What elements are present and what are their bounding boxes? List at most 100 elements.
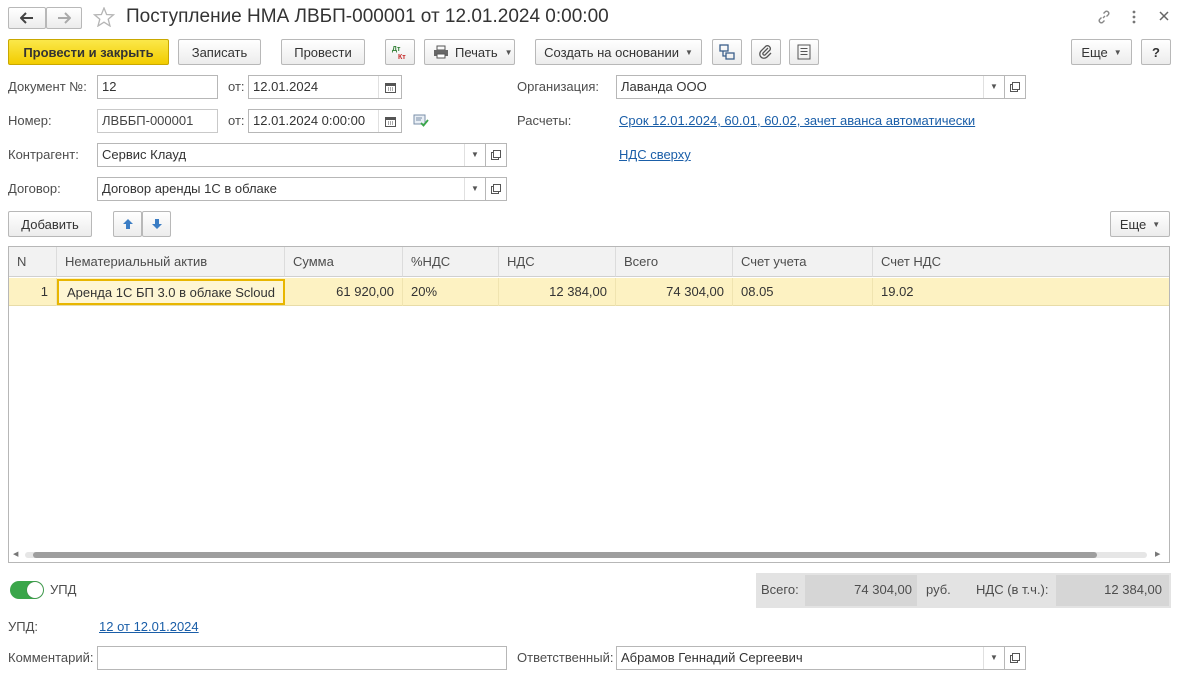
settlements-label: Расчеты: [517,113,572,128]
number-date-from-label: от: [228,113,245,128]
row-asset-cell[interactable]: Аренда 1С БП 3.0 в облаке Scloud [57,279,285,305]
doc-no-input[interactable]: 12 [97,75,218,99]
row-vat-account[interactable]: 19.02 [873,278,1169,306]
open-responsible-button[interactable] [1004,646,1026,670]
chevron-down-icon: ▼ [1113,47,1122,57]
doc-date-from-label: от: [228,79,245,94]
list-icon [797,44,811,60]
move-down-button[interactable] [142,211,171,237]
column-header-vat-account[interactable]: Счет НДС [873,247,1169,277]
doc-no-label: Документ №: [8,79,87,94]
print-label: Печать [455,44,498,60]
document-list-button[interactable] [789,39,819,65]
close-icon[interactable] [1158,10,1170,25]
chevron-down-icon[interactable]: ▼ [464,144,485,166]
column-header-vat-rate[interactable]: %НДС [403,247,499,277]
page-title: Поступление НМА ЛВБП-000001 от 12.01.202… [126,6,609,27]
column-header-account[interactable]: Счет учета [733,247,873,277]
back-button[interactable] [8,7,46,29]
create-based-on-label: Создать на основании [544,44,679,60]
svg-text:Дт: Дт [392,46,401,53]
column-header-vat[interactable]: НДС [499,247,616,277]
calendar-icon[interactable] [378,76,401,98]
arrow-left-icon [20,12,33,24]
row-total[interactable]: 74 304,00 [616,278,733,306]
dt-kt-icon: Дт Кт [392,46,406,61]
row-vat[interactable]: 12 384,00 [499,278,616,306]
document-check-icon[interactable] [413,113,429,130]
doc-date-input[interactable]: 12.01.2024 [248,75,402,99]
printer-icon [434,45,448,59]
vat-total-value: 12 384,00 [1104,582,1162,597]
upd-label: УПД: [8,619,39,634]
contractor-value: Сервис Клауд [102,147,187,162]
open-contract-button[interactable] [485,177,507,201]
more-label: Еще [1081,44,1108,60]
contract-label: Договор: [8,181,61,196]
column-header-sum[interactable]: Сумма [285,247,403,277]
upd-link[interactable]: 12 от 12.01.2024 [99,617,199,637]
calendar-icon[interactable] [378,110,401,132]
total-value: 74 304,00 [854,582,912,597]
scrollbar-thumb[interactable] [33,552,1097,558]
row-vat-rate[interactable]: 20% [403,278,499,306]
print-button[interactable]: Печать ▼ [424,39,515,65]
responsible-select[interactable]: Абрамов Геннадий Сергеевич ▼ [616,646,1005,670]
row-sum[interactable]: 61 920,00 [285,278,403,306]
assets-table[interactable]: N Нематериальный актив Сумма %НДС НДС Вс… [8,246,1170,563]
move-up-button[interactable] [113,211,142,237]
column-header-asset[interactable]: Нематериальный актив [57,247,285,277]
number-date-value: 12.01.2024 0:00:00 [253,113,366,128]
currency-label: руб. [926,582,951,597]
row-account[interactable]: 08.05 [733,278,873,306]
open-form-icon [1010,653,1020,663]
vat-mode-link[interactable]: НДС сверху [619,145,691,165]
column-header-total[interactable]: Всего [616,247,733,277]
attachments-button[interactable] [751,39,781,65]
settlements-link[interactable]: Срок 12.01.2024, 60.01, 60.02, зачет ава… [619,111,975,131]
help-button[interactable]: ? [1141,39,1171,65]
upd-toggle[interactable] [10,581,44,599]
comment-input[interactable] [97,646,507,670]
link-icon[interactable] [1096,9,1112,28]
scroll-right-arrow[interactable]: ▶ [1155,550,1160,558]
doc-date-value: 12.01.2024 [253,79,319,94]
contract-value: Договор аренды 1С в облаке [102,181,277,196]
table-more-button[interactable]: Еще ▼ [1110,211,1170,237]
more-vertical-icon[interactable] [1131,9,1137,28]
chevron-down-icon: ▼ [684,47,693,57]
number-label: Номер: [8,113,52,128]
structure-button[interactable] [712,39,742,65]
chevron-down-icon[interactable]: ▼ [983,647,1004,669]
contractor-label: Контрагент: [8,147,79,162]
number-date-input[interactable]: 12.01.2024 0:00:00 [248,109,402,133]
open-organization-button[interactable] [1004,75,1026,99]
open-form-icon [1010,82,1020,92]
add-row-button[interactable]: Добавить [8,211,92,237]
responsible-label: Ответственный: [517,650,614,665]
column-header-n[interactable]: N [9,247,57,277]
dt-kt-button[interactable]: Дт Кт [385,39,415,65]
row-number: 1 [9,278,57,306]
chevron-down-icon[interactable]: ▼ [983,76,1004,98]
post-and-close-button[interactable]: Провести и закрыть [8,39,169,65]
responsible-value: Абрамов Геннадий Сергеевич [621,650,803,665]
horizontal-scrollbar[interactable] [25,552,1147,558]
open-contractor-button[interactable] [485,143,507,167]
post-button[interactable]: Провести [281,39,365,65]
total-label: Всего: [761,582,799,597]
create-based-on-button[interactable]: Создать на основании ▼ [535,39,702,65]
scroll-left-arrow[interactable]: ◀ [13,550,18,558]
favorite-star-icon[interactable] [92,6,116,30]
contractor-select[interactable]: Сервис Клауд ▼ [97,143,486,167]
organization-label: Организация: [517,79,600,94]
chevron-down-icon: ▼ [504,47,513,57]
save-button[interactable]: Записать [178,39,261,65]
arrow-down-icon [151,219,162,229]
contract-select[interactable]: Договор аренды 1С в облаке ▼ [97,177,486,201]
chevron-down-icon[interactable]: ▼ [464,178,485,200]
number-input[interactable]: ЛВББП-000001 [97,109,218,133]
forward-button[interactable] [46,7,82,29]
more-button[interactable]: Еще ▼ [1071,39,1132,65]
organization-select[interactable]: Лаванда ООО ▼ [616,75,1005,99]
